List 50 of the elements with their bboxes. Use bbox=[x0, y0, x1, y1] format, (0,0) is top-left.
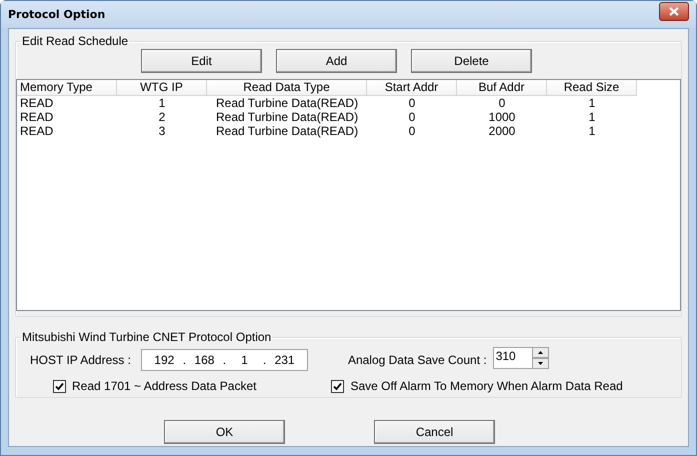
column-header[interactable]: Start Addr bbox=[367, 80, 457, 96]
ip-address-field[interactable]: 192 . 168 . 1 . 231 bbox=[140, 349, 308, 371]
table-cell-text: 3 bbox=[158, 124, 166, 138]
table-cell-text: READ bbox=[19, 96, 54, 110]
table-cell-text: 1 bbox=[588, 124, 596, 138]
close-icon bbox=[669, 7, 679, 16]
close-button[interactable] bbox=[659, 2, 689, 21]
table-cell-text: 2 bbox=[158, 110, 166, 124]
ip-octet: 231 bbox=[274, 353, 296, 367]
table-cell-text: 1000 bbox=[488, 110, 516, 124]
save-count-label: Analog Data Save Count : bbox=[348, 353, 487, 367]
checkbox[interactable] bbox=[331, 380, 344, 392]
checkbox-label: Read 1701 ~ Address Data Packet bbox=[72, 379, 256, 393]
table-cell-text: 1 bbox=[158, 96, 166, 110]
ip-separator: . bbox=[222, 353, 226, 367]
table-cell-text: 0 bbox=[498, 96, 506, 110]
column-header[interactable]: WTG IP bbox=[117, 80, 207, 96]
ip-octet: 1 bbox=[240, 353, 249, 367]
table-cell-text: READ bbox=[19, 110, 54, 124]
save-count-field[interactable]: 310 bbox=[492, 347, 532, 369]
window-title: Protocol Option bbox=[8, 8, 106, 21]
table-cell-text: 0 bbox=[408, 124, 416, 138]
null[interactable]: Edit bbox=[141, 49, 262, 73]
column-header[interactable]: Buf Addr bbox=[457, 80, 547, 96]
group-title: Edit Read Schedule bbox=[21, 34, 130, 48]
table-cell-text: 2000 bbox=[488, 124, 516, 138]
table-cell-text: 1 bbox=[588, 96, 596, 110]
ip-octet: 168 bbox=[193, 353, 216, 367]
null[interactable]: OK bbox=[164, 420, 285, 444]
spin-buttons[interactable] bbox=[532, 347, 549, 369]
checkbox[interactable] bbox=[53, 380, 66, 392]
column-header[interactable]: Read Size bbox=[547, 80, 637, 96]
null[interactable]: Delete bbox=[411, 49, 532, 73]
table-cell-text: Read Turbine Data(READ) bbox=[215, 124, 360, 138]
table-cell-text: READ bbox=[19, 124, 54, 138]
table-cell-text: Read Turbine Data(READ) bbox=[215, 110, 360, 124]
column-header[interactable]: Memory Type bbox=[17, 80, 117, 96]
ip-separator: . bbox=[262, 353, 266, 367]
column-header[interactable]: Read Data Type bbox=[207, 80, 367, 96]
table-cell-text: Read Turbine Data(READ) bbox=[215, 96, 360, 110]
table-cell-text: 0 bbox=[408, 96, 416, 110]
null[interactable]: Cancel bbox=[374, 420, 495, 444]
host-ip-label: HOST IP Address : bbox=[30, 353, 131, 367]
checkbox-label: Save Off Alarm To Memory When Alarm Data Read bbox=[350, 379, 623, 393]
ip-octet: 192 bbox=[153, 353, 176, 367]
table-cell-text: 1 bbox=[588, 110, 596, 124]
ip-separator: . bbox=[182, 353, 186, 367]
group-title: Mitsubishi Wind Turbine CNET Protocol Option bbox=[21, 330, 272, 344]
table-cell-text: 0 bbox=[408, 110, 416, 124]
null[interactable]: Add bbox=[276, 49, 397, 73]
